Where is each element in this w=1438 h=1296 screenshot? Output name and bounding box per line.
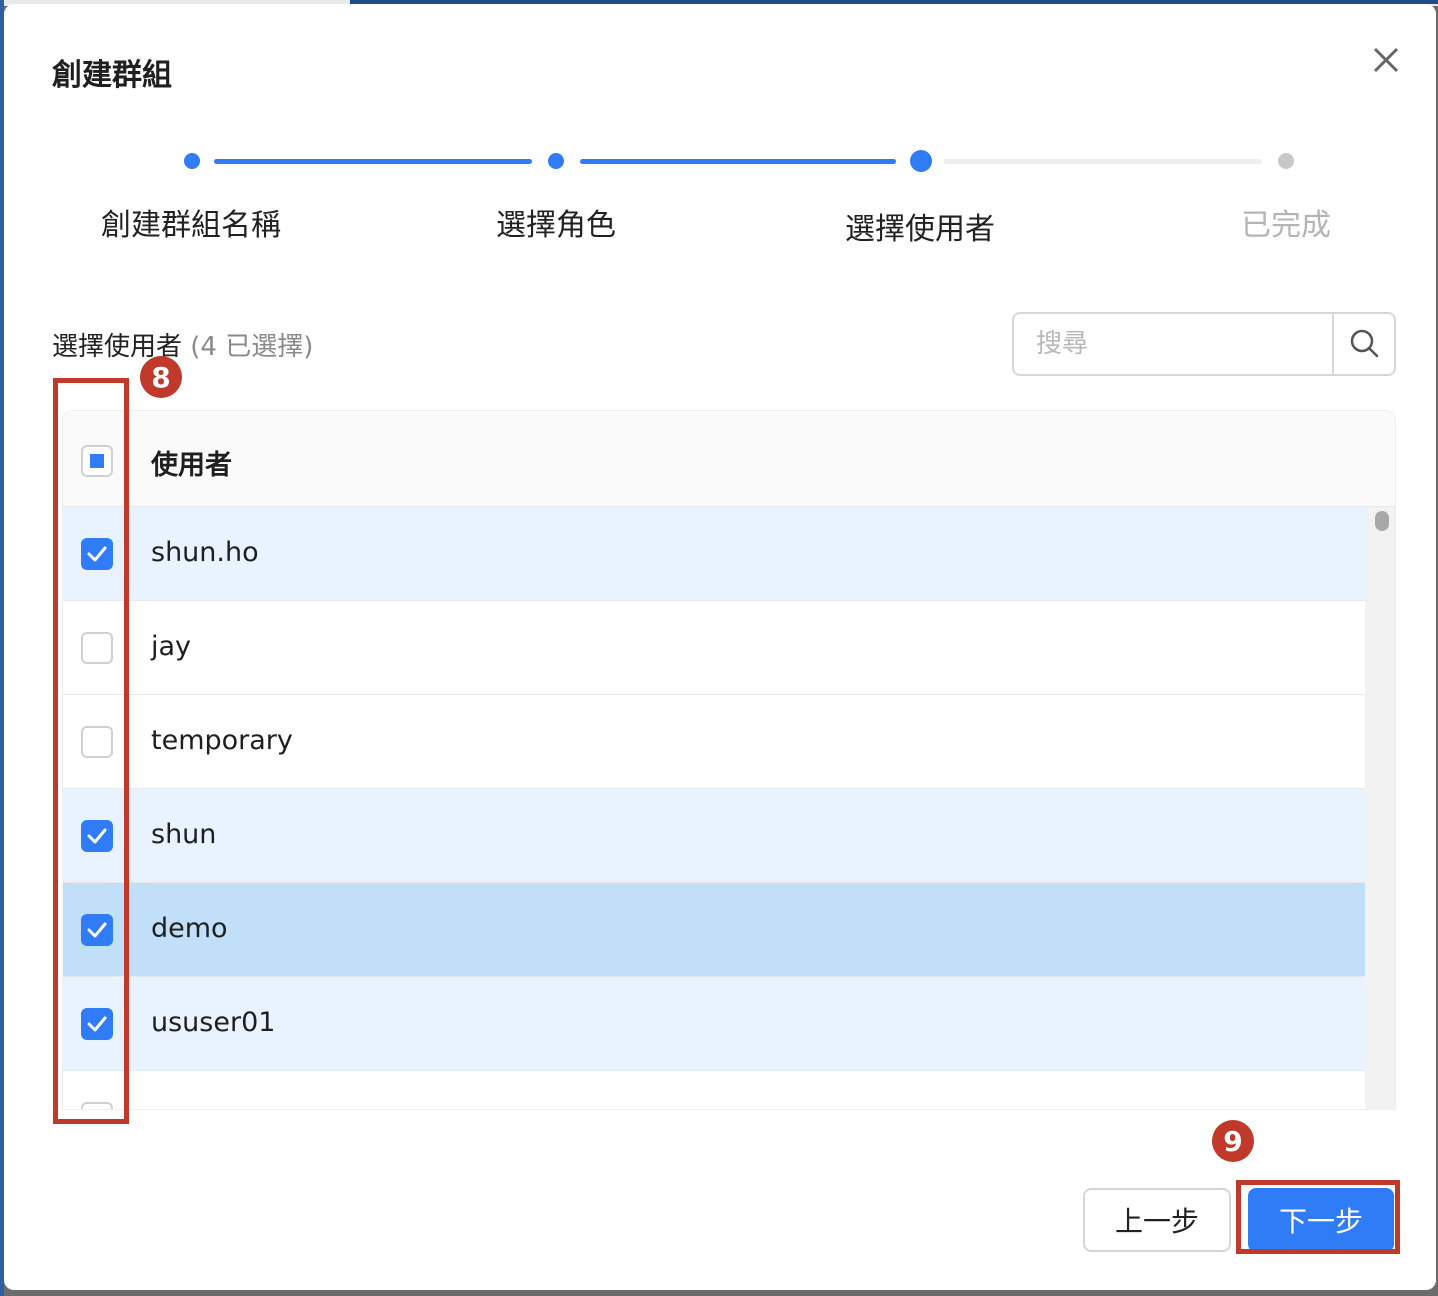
search-icon [1350,329,1379,358]
search-button[interactable] [1332,314,1394,374]
annotation-badge-8: 8 [140,356,182,398]
step-3-line [944,159,1262,164]
step-1-dot [184,153,200,169]
step-2-label: 選擇角色 [496,208,616,243]
search-input[interactable] [1016,316,1332,372]
previous-step-button[interactable]: 上一步 [1083,1188,1231,1252]
table-row[interactable]: shun.ho [63,507,1365,601]
scrollbar-thumb[interactable] [1375,511,1389,531]
step-4-dot [1278,153,1294,169]
table-row-partial[interactable] [63,1071,1365,1109]
table-row[interactable]: demo [63,883,1365,977]
column-header-user: 使用者 [151,450,232,481]
table-row[interactable]: shun [63,789,1365,883]
row-username: ususer01 [151,1007,276,1038]
user-table: 使用者 shun.ho jay temporary shun demo usus… [62,410,1396,1110]
step-2-dot [548,153,564,169]
row-username: demo [151,913,228,944]
table-header: 使用者 [63,411,1395,507]
step-2-line [580,159,896,164]
search-box [1012,312,1396,376]
step-4-label: 已完成 [1241,208,1331,243]
step-3-label: 選擇使用者 [845,212,995,247]
table-row[interactable]: ususer01 [63,977,1365,1071]
row-username: shun [151,819,217,850]
create-group-dialog: 創建群組 創建群組名稱 選擇角色 選擇使用者 已完成 選擇使用者 (4 已選擇) [4,4,1436,1290]
section-title: 選擇使用者 (4 已選擇) [52,326,313,363]
annotation-box-next-button [1236,1180,1400,1254]
table-row[interactable]: temporary [63,695,1365,789]
scrollbar[interactable] [1365,507,1395,1109]
table-row[interactable]: jay [63,601,1365,695]
row-username: temporary [151,725,293,756]
table-body: shun.ho jay temporary shun demo ususer01 [63,507,1365,1109]
annotation-box-checkboxes [53,378,129,1124]
selected-count: (4 已選擇) [190,332,314,362]
step-1-line [214,159,532,164]
row-username: jay [151,631,192,662]
stepper: 創建群組名稱 選擇角色 選擇使用者 已完成 [4,4,1436,264]
annotation-badge-9: 9 [1212,1120,1254,1162]
row-username: shun.ho [151,537,259,568]
step-3-dot [910,150,932,172]
step-1-label: 創建群組名稱 [101,208,281,243]
